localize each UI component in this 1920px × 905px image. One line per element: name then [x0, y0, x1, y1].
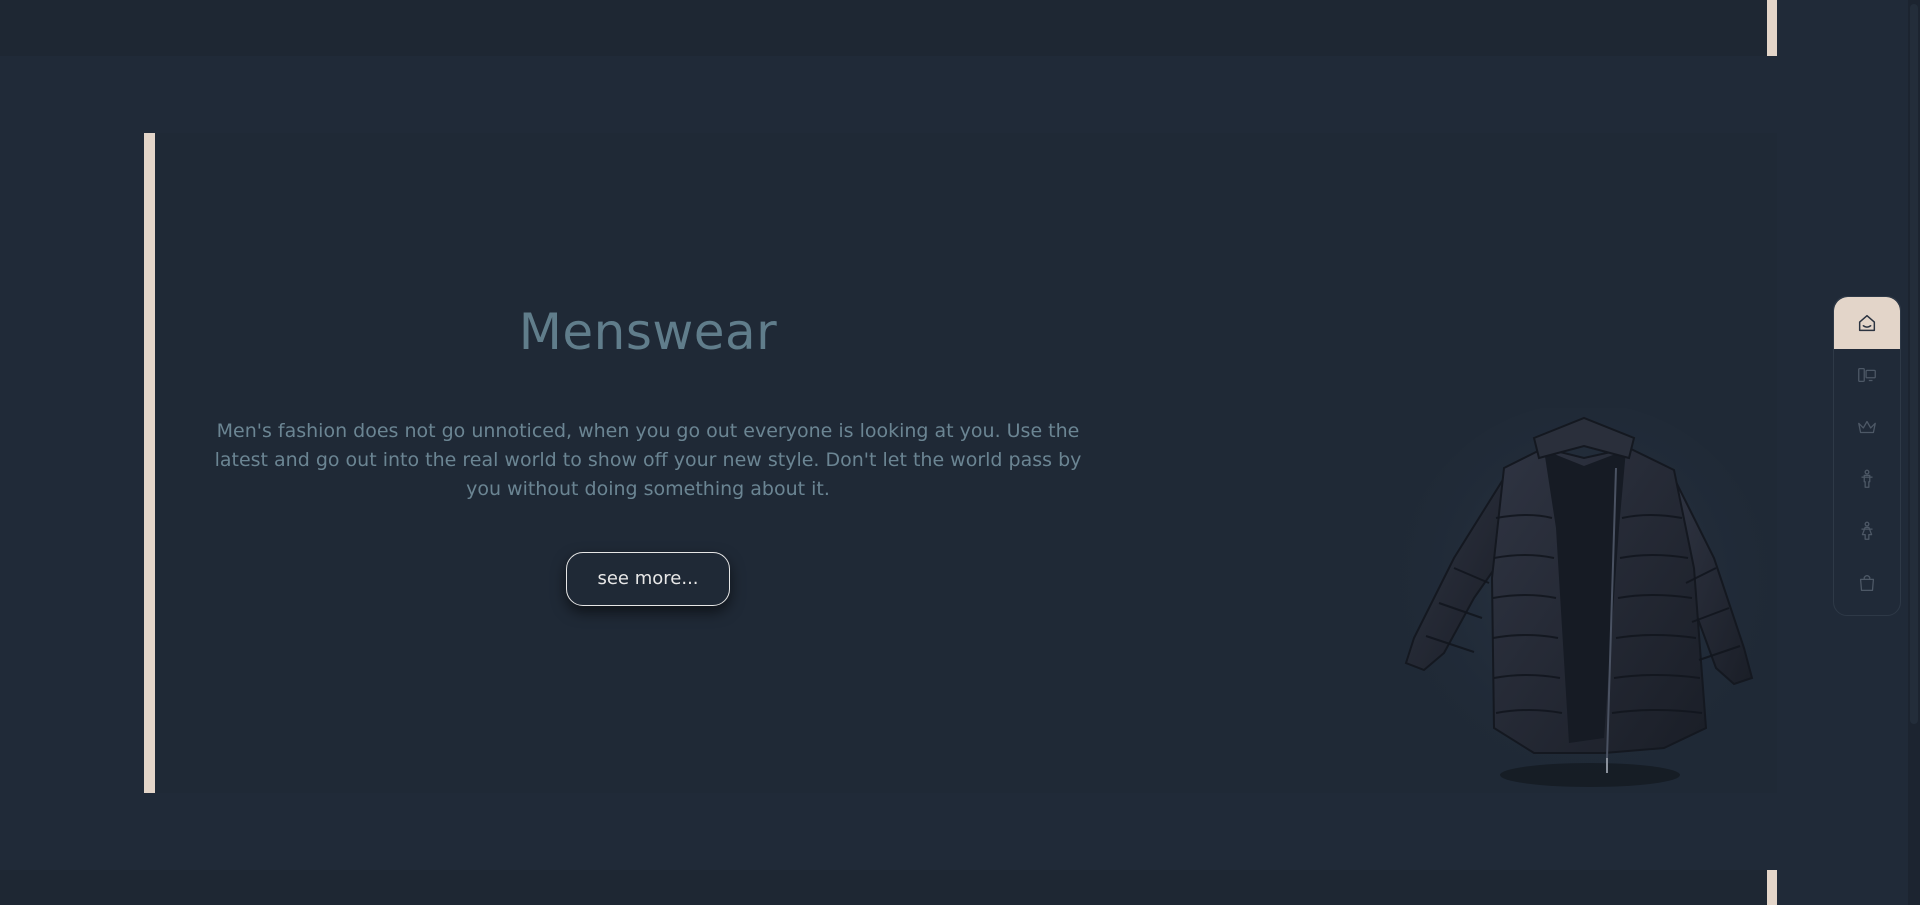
shopping-bag-icon [1859, 575, 1875, 591]
section-accent-bar [144, 133, 155, 793]
crown-icon [1858, 420, 1876, 434]
nav-men[interactable] [1834, 453, 1900, 505]
nav-premium[interactable] [1834, 401, 1900, 453]
section-accent-bar [1767, 870, 1777, 905]
see-more-button[interactable]: see more... [566, 552, 730, 606]
jacket-illustration [1394, 403, 1774, 793]
nav-home[interactable] [1834, 297, 1900, 349]
man-icon [1861, 469, 1873, 488]
jacket-image [1394, 403, 1774, 798]
nav-devices[interactable] [1834, 349, 1900, 401]
devices-icon [1858, 367, 1876, 383]
page: Menswear Men's fashion does not go unnot… [0, 0, 1920, 905]
section-description: Men's fashion does not go unnoticed, whe… [214, 420, 1082, 500]
next-section [0, 870, 1777, 905]
hero-text-block: Menswear Men's fashion does not go unnot… [198, 303, 1098, 606]
section-title: Menswear [518, 303, 778, 361]
nav-women[interactable] [1834, 505, 1900, 557]
previous-section [0, 0, 1777, 56]
menswear-section: Menswear Men's fashion does not go unnot… [144, 133, 1777, 793]
page-scrollbar[interactable] [1908, 0, 1920, 905]
woman-icon [1861, 521, 1873, 540]
section-accent-bar [1767, 0, 1777, 56]
nav-cart[interactable] [1834, 557, 1900, 609]
side-navigation [1833, 296, 1901, 616]
home-icon [1858, 314, 1876, 332]
scrollbar-thumb[interactable] [1910, 4, 1918, 724]
